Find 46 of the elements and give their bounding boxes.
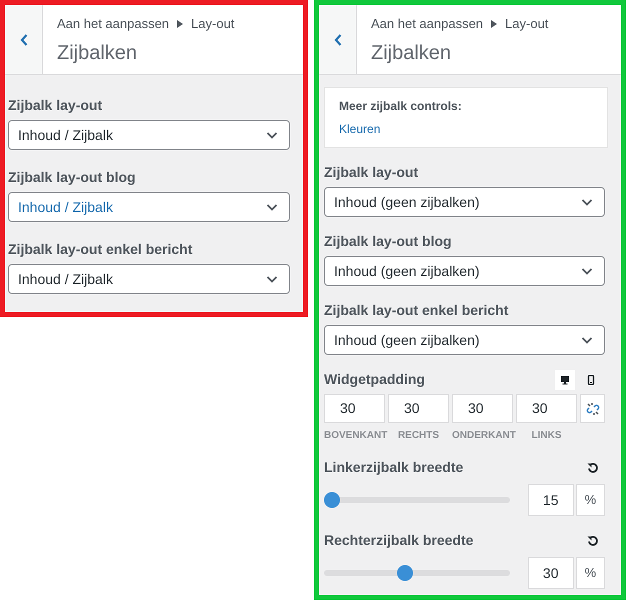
back-icon xyxy=(18,32,28,46)
dropdown[interactable]: Inhoud (geen zijbalken) xyxy=(324,187,605,217)
number-field[interactable]: 30 xyxy=(324,394,385,423)
field-label: Zijbalk lay-out xyxy=(324,163,420,182)
slider[interactable] xyxy=(324,565,510,581)
field-caption: BOVENKANT xyxy=(324,429,385,443)
slider-thumb[interactable] xyxy=(324,492,340,508)
panel-title: Zijbalken xyxy=(57,40,138,66)
dropdown[interactable]: Inhoud (geen zijbalken) xyxy=(324,325,605,355)
dropdown[interactable]: Inhoud / Zijbalk xyxy=(8,192,290,222)
breadcrumb: Aan het aanpassen xyxy=(57,15,170,33)
breadcrumb: Lay-out xyxy=(505,15,548,33)
field-caption: RECHTS xyxy=(396,429,440,443)
unit-label: % xyxy=(576,557,605,589)
number-field[interactable]: 30 xyxy=(388,394,449,423)
number-field[interactable]: 30 xyxy=(452,394,513,423)
breadcrumb: Aan het aanpassen xyxy=(371,15,484,33)
field-label: Zijbalk lay-out enkel bericht xyxy=(8,240,194,259)
number-field[interactable]: 15 xyxy=(528,484,574,516)
field-label: Zijbalk lay-out blog xyxy=(8,168,137,187)
dropdown[interactable]: Inhoud / Zijbalk xyxy=(8,264,290,294)
field-label: Linkerzijbalk breedte xyxy=(324,458,464,477)
number-field[interactable]: 30 xyxy=(528,557,574,589)
field-label: Zijbalk lay-out enkel bericht xyxy=(324,301,510,320)
desktop-icon[interactable] xyxy=(555,370,575,390)
dropdown[interactable]: Inhoud (geen zijbalken) xyxy=(324,256,605,286)
unit-label: % xyxy=(576,484,605,516)
reset-icon[interactable] xyxy=(587,462,599,474)
field-label: Rechterzijbalk breedte xyxy=(324,531,474,550)
field-label: Zijbalk lay-out xyxy=(8,96,104,115)
unlink-icon[interactable] xyxy=(580,394,605,423)
triangle-icon xyxy=(177,20,184,28)
field-label: Widgetpadding xyxy=(324,370,425,389)
panel-title: Zijbalken xyxy=(371,40,452,66)
field-caption: LINKS xyxy=(530,429,562,443)
field-label: Zijbalk lay-out blog xyxy=(324,232,453,251)
dropdown[interactable]: Inhoud / Zijbalk xyxy=(8,120,290,150)
card-heading: Meer zijbalk controls: xyxy=(339,98,463,115)
reset-icon[interactable] xyxy=(587,534,599,546)
breadcrumb: Lay-out xyxy=(191,15,234,33)
triangle-icon xyxy=(491,20,498,28)
number-field[interactable]: 30 xyxy=(516,394,577,423)
slider-thumb[interactable] xyxy=(396,565,413,581)
back-icon xyxy=(332,32,342,46)
colors-link[interactable]: Kleuren xyxy=(339,120,593,138)
slider[interactable] xyxy=(324,492,510,508)
